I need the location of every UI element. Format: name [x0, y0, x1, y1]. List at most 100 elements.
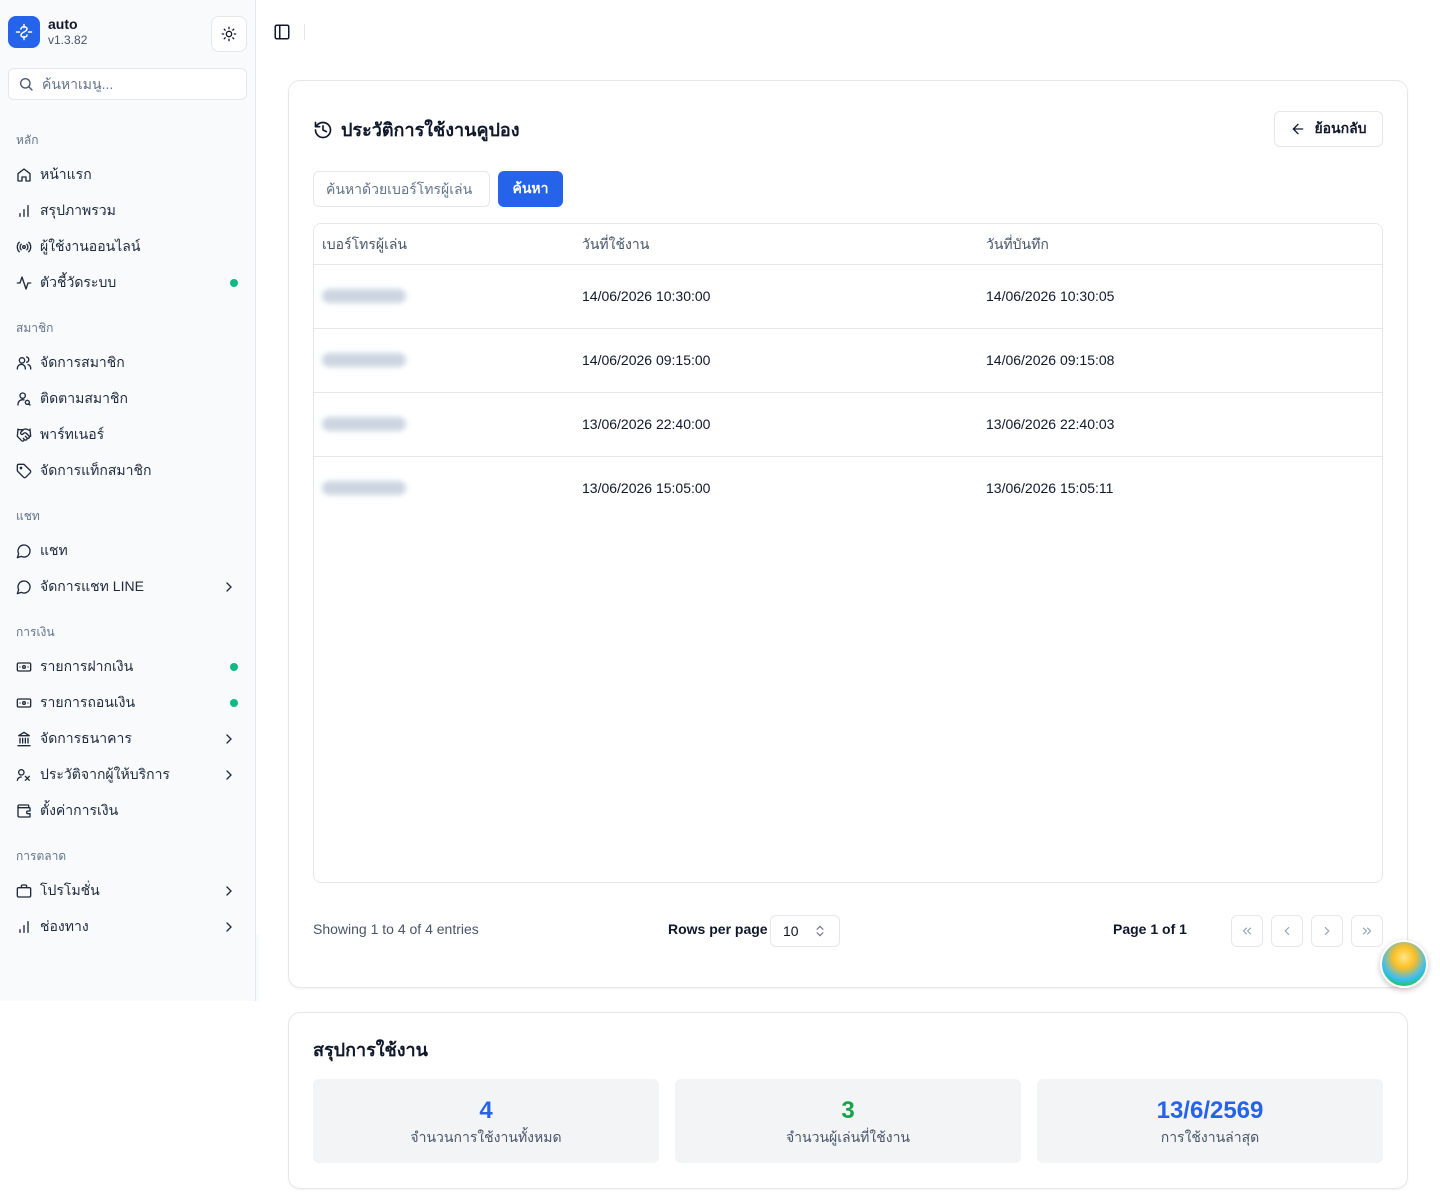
last-page-button[interactable] [1351, 915, 1383, 947]
sidebar-item-label: จัดการธนาคาร [40, 730, 132, 746]
radio-icon [16, 239, 32, 255]
table-row[interactable]: 13/06/2026 15:05:00 13/06/2026 15:05:11 [314, 457, 1382, 521]
table-header: เบอร์โทรผู้เล่น วันที่ใช้งาน วันที่บันทึ… [314, 224, 1382, 265]
phone-cell-blurred [322, 481, 406, 495]
recorded-at-cell: 14/06/2026 10:30:05 [986, 288, 1115, 304]
home-icon [16, 167, 32, 183]
sidebar-toggle-button[interactable] [272, 22, 292, 42]
page-title: ประวัติการใช้งานคูปอง [313, 115, 520, 144]
brand[interactable]: auto v1.3.82 [8, 16, 87, 48]
chevron-right-icon [226, 582, 232, 592]
users-icon [16, 355, 32, 371]
sidebar-item-partner[interactable]: พาร์ทเนอร์ [8, 419, 247, 451]
stat-value: 4 [479, 1097, 493, 1124]
table-row[interactable]: 14/06/2026 10:30:00 14/06/2026 10:30:05 [314, 265, 1382, 329]
recorded-at-cell: 13/06/2026 22:40:03 [986, 416, 1115, 432]
history-icon [314, 121, 332, 138]
group-label-chat: แชท [16, 509, 40, 523]
phone-search-input[interactable] [313, 171, 490, 207]
search-button[interactable]: ค้นหา [498, 171, 563, 207]
withdraw-icon [16, 695, 32, 711]
sidebar-item-label: รายการถอนเงิน [40, 694, 136, 710]
sidebar-item-online-users[interactable]: ผู้ใช้งานออนไลน์ [8, 231, 247, 263]
coupon-history-card: ประวัติการใช้งานคูปอง ย้อนกลับ ค้นหา เบอ… [288, 80, 1408, 988]
sidebar-item-system-metrics[interactable]: ตัวชี้วัดระบบ [8, 267, 247, 299]
sidebar-item-label: จัดการแชท LINE [40, 578, 144, 594]
sidebar-edge [256, 935, 259, 1001]
stat-value: 3 [841, 1097, 855, 1124]
rows-per-page-select[interactable]: 10 [770, 915, 840, 947]
column-header-phone[interactable]: เบอร์โทรผู้เล่น [322, 224, 407, 264]
menu-search[interactable] [8, 68, 247, 100]
sidebar-item-label: จัดการสมาชิก [40, 354, 125, 370]
column-header-used-at[interactable]: วันที่ใช้งาน [582, 224, 649, 264]
phone-cell-blurred [322, 289, 406, 303]
deposit-icon [16, 659, 32, 675]
briefcase-icon [16, 883, 32, 899]
sidebar-item-withdrawals[interactable]: รายการถอนเงิน [8, 687, 247, 719]
app-name: auto [48, 16, 78, 32]
user-search-icon [16, 391, 32, 407]
group-label-members: สมาชิก [16, 321, 54, 335]
sidebar-item-overview[interactable]: สรุปภาพรวม [8, 195, 247, 227]
sidebar-item-chat[interactable]: แชท [8, 535, 247, 567]
chevrons-left-icon [1242, 927, 1252, 935]
panel-left-icon [274, 24, 290, 40]
chevrons-up-down-icon [816, 925, 824, 937]
handshake-icon [16, 427, 32, 443]
chevron-right-icon [226, 886, 232, 896]
sun-icon [221, 26, 237, 42]
logo-icon [8, 16, 40, 48]
sidebar-item-manage-members[interactable]: จัดการสมาชิก [8, 347, 247, 379]
message-circle-icon [16, 543, 32, 559]
back-button-label: ย้อนกลับ [1314, 120, 1367, 136]
sidebar-item-label: ช่องทาง [40, 918, 89, 934]
bar-chart-icon [16, 919, 32, 935]
sidebar-item-home[interactable]: หน้าแรก [8, 159, 247, 191]
sidebar-item-label: ผู้ใช้งานออนไลน์ [40, 238, 141, 254]
next-page-button[interactable] [1311, 915, 1343, 947]
usage-summary-card: สรุปการใช้งาน 4 จำนวนการใช้งานทั้งหมด 3 … [288, 1012, 1408, 1189]
previous-page-button[interactable] [1271, 915, 1303, 947]
used-at-cell: 14/06/2026 10:30:00 [582, 288, 711, 304]
first-page-button[interactable] [1231, 915, 1263, 947]
rows-per-page-label: Rows per page [668, 921, 768, 937]
stat-caption: จำนวนการใช้งานทั้งหมด [410, 1129, 562, 1145]
stat-last-usage: 13/6/2569 การใช้งานล่าสุด [1037, 1079, 1383, 1163]
menu-search-input[interactable] [42, 76, 232, 92]
sidebar-item-channels[interactable]: ช่องทาง [8, 911, 247, 943]
group-label-marketing: การตลาด [16, 849, 67, 863]
floating-widget-button[interactable] [1380, 940, 1428, 988]
stat-caption: จำนวนผู้เล่นที่ใช้งาน [785, 1129, 911, 1145]
table-row[interactable]: 13/06/2026 22:40:00 13/06/2026 22:40:03 [314, 393, 1382, 457]
sidebar-item-banks[interactable]: จัดการธนาคาร [8, 723, 247, 755]
theme-toggle-button[interactable] [211, 16, 247, 52]
search-icon [20, 78, 33, 91]
sidebar-item-label: รายการฝากเงิน [40, 658, 134, 674]
sidebar-item-promotions[interactable]: โปรโมชั่น [8, 875, 247, 907]
page-indicator: Page 1 of 1 [1113, 921, 1187, 937]
stat-value: 13/6/2569 [1156, 1097, 1264, 1124]
group-label-finance: การเงิน [16, 625, 55, 639]
sidebar-item-label: หน้าแรก [40, 166, 92, 182]
chevron-left-icon [1284, 926, 1290, 936]
sidebar-item-label: สรุปภาพรวม [40, 202, 116, 218]
divider [304, 24, 305, 40]
sidebar-item-finance-settings[interactable]: ตั้งค่าการเงิน [8, 795, 247, 827]
phone-cell-blurred [322, 353, 406, 367]
sidebar-item-label: แชท [40, 542, 68, 558]
message-circle-icon [16, 579, 32, 595]
sidebar: auto v1.3.82 หลัก หน้าแรก สรุปภาพรวม ผู้… [0, 0, 256, 1001]
back-button[interactable]: ย้อนกลับ [1274, 111, 1383, 147]
sidebar-item-member-tags[interactable]: จัดการแท็กสมาชิก [8, 455, 247, 487]
column-header-recorded-at[interactable]: วันที่บันทึก [986, 224, 1049, 264]
app-version: v1.3.82 [48, 33, 88, 47]
sidebar-item-deposits[interactable]: รายการฝากเงิน [8, 651, 247, 683]
sidebar-item-track-members[interactable]: ติดตามสมาชิก [8, 383, 247, 415]
status-dot [230, 663, 238, 671]
stat-total-usage: 4 จำนวนการใช้งานทั้งหมด [313, 1079, 659, 1163]
summary-title: สรุปการใช้งาน [313, 1040, 428, 1060]
table-row[interactable]: 14/06/2026 09:15:00 14/06/2026 09:15:08 [314, 329, 1382, 393]
sidebar-item-line-chat[interactable]: จัดการแชท LINE [8, 571, 247, 603]
sidebar-item-provider-history[interactable]: ประวัติจากผู้ให้บริการ [8, 759, 247, 791]
